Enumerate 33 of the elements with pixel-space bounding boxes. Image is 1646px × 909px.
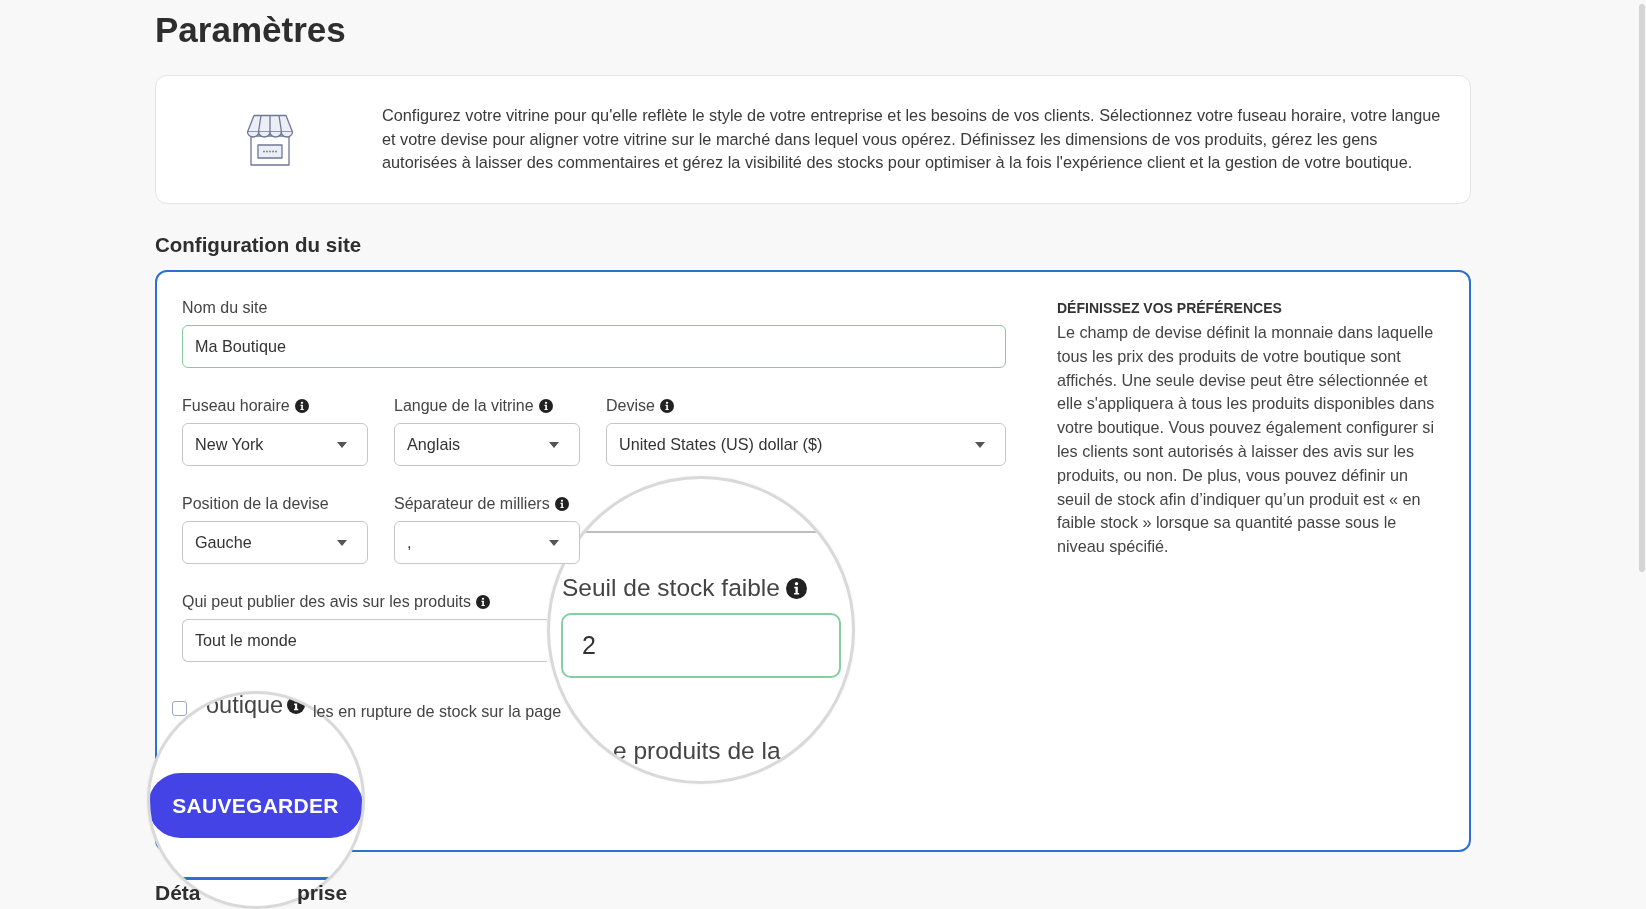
- field-label: outique: [206, 694, 284, 716]
- caret-down-icon: [549, 539, 559, 546]
- intro-text: Configurez votre vitrine pour qu'elle reflète le style de votre entreprise et les besoins de vos clients. Sélectionnez votre fuseau horaire, votre langue et votre devise pour aligner votre vitrine sur le marché dans lequel vous opérez. Définissez les dimensions de vos produits, gérez les gens autorisées à laisser des commentaires et gérez la visibilité des stocks pour optimiser à la fois l'expérience client et la gestion de votre boutique.: [382, 104, 1442, 174]
- section-title: prise: [297, 881, 348, 905]
- help-text: Le champ de devise définit la monnaie dans laquelle tous les prix des produits de votre boutique sont affichés. Une seule devise peut être sélectionnée et elle s'appliquera à tous les produits disponibles dans votre boutique. Vous pouvez également configurer si les clients sont autorisés à laisser des avis sur les produits, ou non. De plus, vous pouvez définir un seuil de stock afin d’indiquer qu’un produit est « en faible stock » lorsque sa quantité passe sous le niveau spécifié.: [1057, 322, 1436, 558]
- text-input[interactable]: Tout le monde: [182, 619, 547, 662]
- caret-down-icon: [337, 441, 347, 448]
- dropdown-select[interactable]: Anglais: [394, 423, 580, 466]
- checkbox-label: les en rupture de stock sur la page: [313, 701, 562, 721]
- field-label: Position de la devise: [182, 494, 329, 514]
- dropdown-select[interactable]: Gauche: [182, 521, 368, 564]
- field-label: Nom du site: [182, 298, 268, 318]
- scrollbar-thumb[interactable]: [1639, 4, 1645, 572]
- section-title: Déta: [155, 881, 201, 905]
- section-title: Configuration du site: [155, 233, 362, 257]
- caret-down-icon: [975, 441, 985, 448]
- checkbox[interactable]: [172, 700, 187, 716]
- help-title: DÉFINISSEZ VOS PRÉFÉRENCES: [1057, 299, 1282, 318]
- text-input[interactable]: Ma Boutique: [182, 325, 1006, 368]
- field-label: Devise: [606, 396, 655, 416]
- caret-down-icon: [337, 539, 347, 546]
- field-label: Seuil de stock faible: [562, 574, 780, 602]
- caret-down-icon: [549, 441, 559, 448]
- dropdown-select[interactable]: New York: [182, 423, 368, 466]
- field-label: Langue de la vitrine: [394, 396, 534, 416]
- dropdown-select[interactable]: ,: [394, 521, 580, 564]
- field-label: Séparateur de milliers: [394, 494, 550, 514]
- save-button[interactable]: SAUVEGARDER: [150, 773, 362, 838]
- number-input[interactable]: 2: [561, 613, 841, 678]
- page-title: Paramètres: [155, 10, 346, 50]
- field-label: Qui peut publier des avis sur les produits: [182, 592, 472, 612]
- field-label: Fuseau horaire: [182, 396, 290, 416]
- dropdown-select[interactable]: United States (US) dollar ($): [606, 423, 1006, 466]
